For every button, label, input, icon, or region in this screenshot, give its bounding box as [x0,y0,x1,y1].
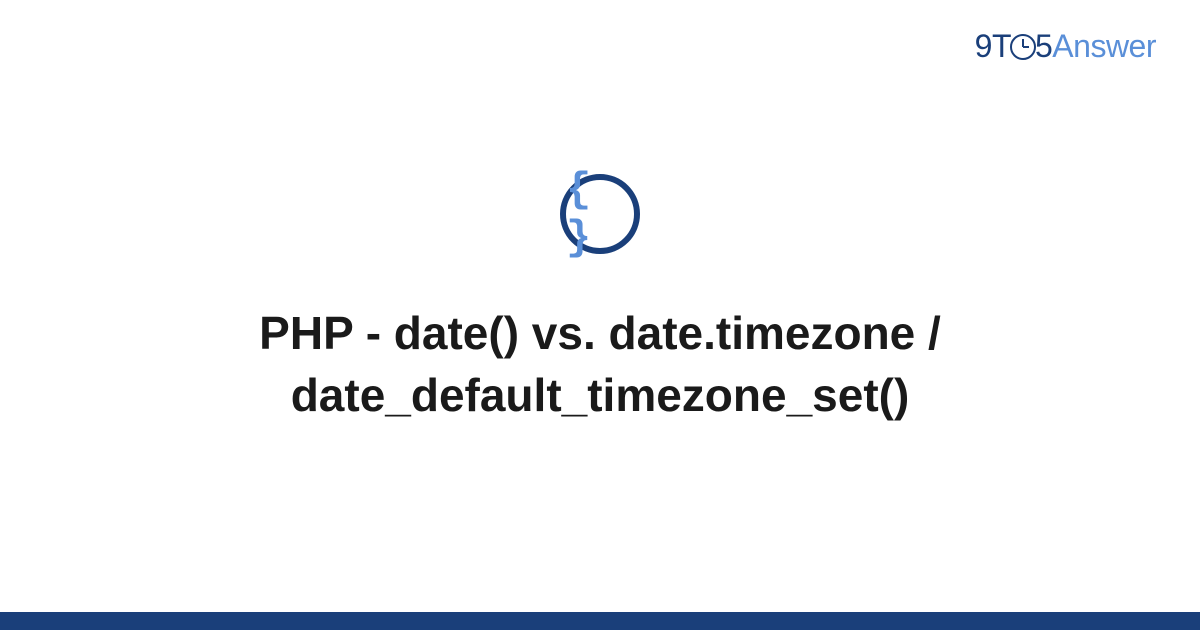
logo-text-5: 5 [1035,28,1052,64]
page-title: PHP - date() vs. date.timezone / date_de… [140,302,1060,426]
logo-text-answer: Answer [1052,28,1156,64]
code-braces-icon: { } [560,174,640,254]
bottom-accent-bar [0,612,1200,630]
logo-text-9t: 9T [975,28,1011,64]
site-logo: 9T 5Answer [975,28,1156,65]
braces-glyph: { } [566,166,634,262]
main-content: { } PHP - date() vs. date.timezone / dat… [0,0,1200,630]
clock-icon [1010,34,1036,60]
